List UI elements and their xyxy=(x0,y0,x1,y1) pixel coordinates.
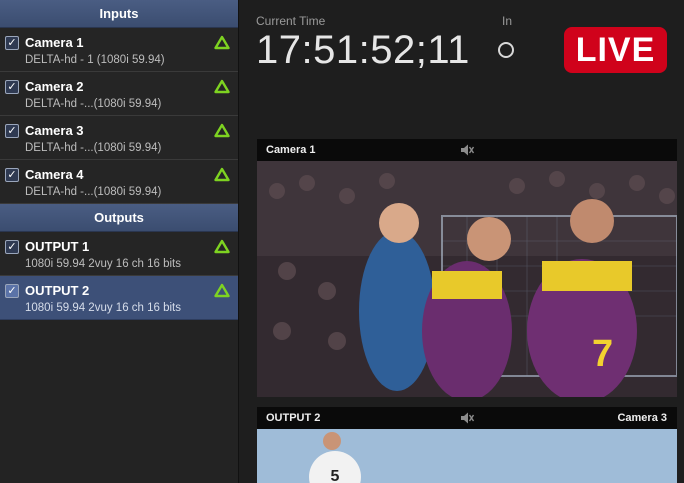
row-title: Camera 1 xyxy=(25,35,84,50)
status-triangle-icon xyxy=(214,123,230,138)
monitor-source-label: OUTPUT 2 xyxy=(266,412,321,424)
inputs-header: Inputs xyxy=(0,0,238,28)
row-title: Camera 3 xyxy=(25,123,84,138)
checkbox[interactable]: ✓ xyxy=(5,168,19,182)
row-subtitle: 1080i 59.94 2vuy 16 ch 16 bits xyxy=(25,302,182,314)
status-triangle-icon xyxy=(214,35,230,50)
checkbox[interactable]: ✓ xyxy=(5,80,19,94)
row-subtitle: DELTA-hd -...(1080i 59.94) xyxy=(25,98,162,110)
monitor-source-label: Camera 1 xyxy=(266,144,316,156)
monitor-output-2[interactable]: OUTPUT 2 Camera 3 5 xyxy=(257,407,677,483)
speaker-muted-icon[interactable] xyxy=(459,410,475,426)
monitor-title-bar: OUTPUT 2 Camera 3 xyxy=(257,407,677,429)
output-row-2[interactable]: ✓ OUTPUT 2 1080i 59.94 2vuy 16 ch 16 bit… xyxy=(0,276,238,320)
main-panel: Current Time 17:51:52;11 In LIVE Camera … xyxy=(240,0,684,483)
input-row-camera-4[interactable]: ✓ Camera 4 DELTA-hd -...(1080i 59.94) xyxy=(0,160,238,204)
current-time-label: Current Time xyxy=(256,14,326,28)
checkbox[interactable]: ✓ xyxy=(5,36,19,50)
row-subtitle: DELTA-hd - 1 (1080i 59.94) xyxy=(25,54,165,66)
checkbox[interactable]: ✓ xyxy=(5,284,19,298)
row-title: Camera 2 xyxy=(25,79,84,94)
checkbox[interactable]: ✓ xyxy=(5,124,19,138)
status-triangle-icon xyxy=(214,283,230,298)
video-preview: 7 xyxy=(257,161,677,397)
court-scene-image: 5 xyxy=(257,429,677,483)
current-time-value: 17:51:52;11 xyxy=(256,28,470,72)
live-button[interactable]: LIVE xyxy=(564,27,667,73)
checkbox[interactable]: ✓ xyxy=(5,240,19,254)
status-triangle-icon xyxy=(214,239,230,254)
status-triangle-icon xyxy=(214,167,230,182)
output-row-1[interactable]: ✓ OUTPUT 1 1080i 59.94 2vuy 16 ch 16 bit… xyxy=(0,232,238,276)
row-subtitle: DELTA-hd -...(1080i 59.94) xyxy=(25,142,162,154)
row-subtitle: 1080i 59.94 2vuy 16 ch 16 bits xyxy=(25,258,182,270)
in-radio-button[interactable] xyxy=(498,42,514,58)
input-row-camera-1[interactable]: ✓ Camera 1 DELTA-hd - 1 (1080i 59.94) xyxy=(0,28,238,72)
row-title: OUTPUT 1 xyxy=(25,239,90,254)
handball-scene-image: 7 xyxy=(257,161,677,397)
outputs-header: Outputs xyxy=(0,204,238,232)
video-preview: 5 xyxy=(257,429,677,483)
row-subtitle: DELTA-hd -...(1080i 59.94) xyxy=(25,186,162,198)
input-row-camera-3[interactable]: ✓ Camera 3 DELTA-hd -...(1080i 59.94) xyxy=(0,116,238,160)
monitor-title-bar: Camera 1 xyxy=(257,139,677,161)
speaker-muted-icon[interactable] xyxy=(459,142,475,158)
sidebar: Inputs ✓ Camera 1 DELTA-hd - 1 (1080i 59… xyxy=(0,0,239,483)
monitor-camera-1[interactable]: Camera 1 7 xyxy=(257,139,677,397)
monitor-secondary-label: Camera 3 xyxy=(617,412,667,424)
in-label: In xyxy=(502,14,513,28)
svg-text:5: 5 xyxy=(331,468,340,483)
svg-text:7: 7 xyxy=(592,333,613,375)
row-title: Camera 4 xyxy=(25,167,84,182)
status-triangle-icon xyxy=(214,79,230,94)
input-row-camera-2[interactable]: ✓ Camera 2 DELTA-hd -...(1080i 59.94) xyxy=(0,72,238,116)
row-title: OUTPUT 2 xyxy=(25,283,90,298)
